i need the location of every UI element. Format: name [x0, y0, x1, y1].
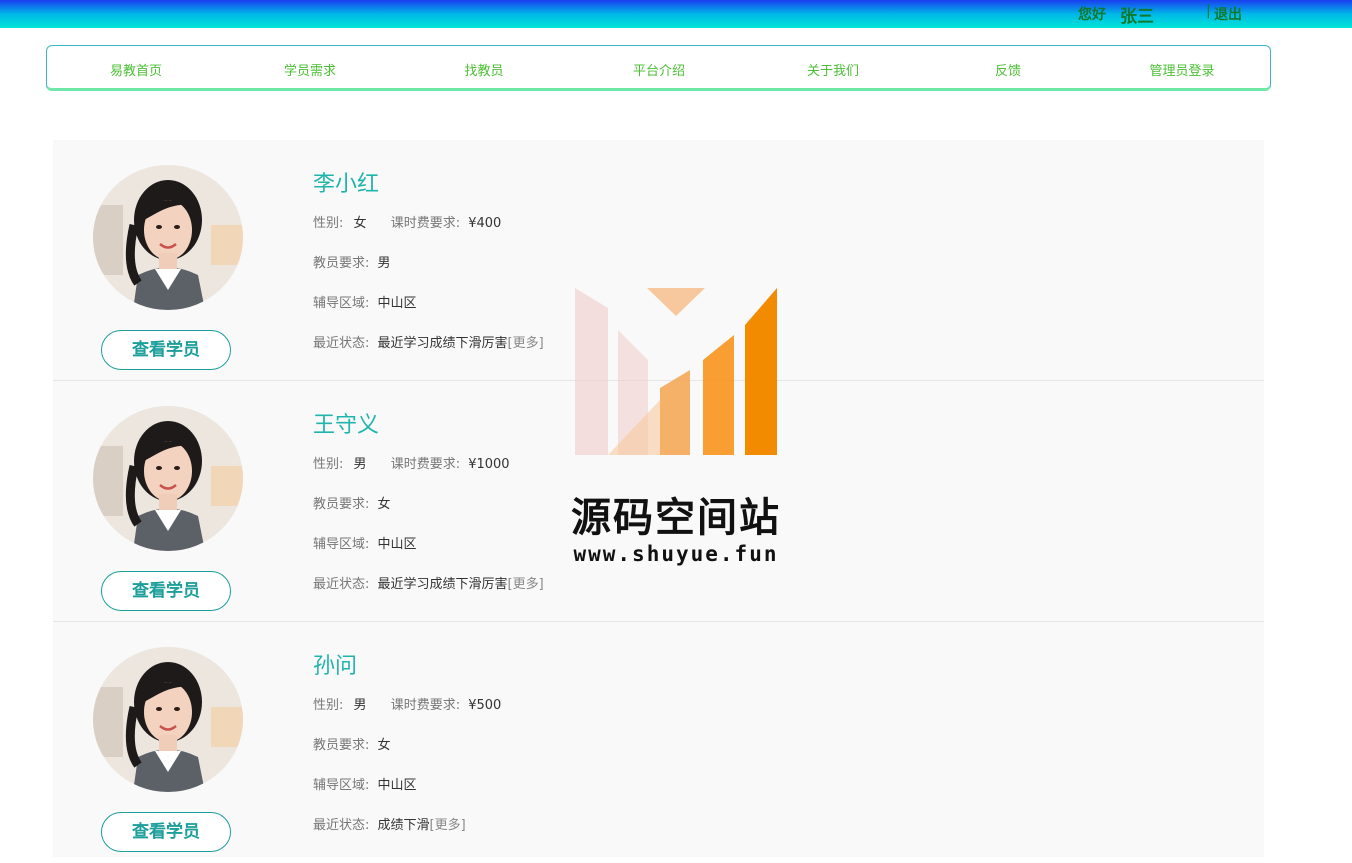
avatar [93, 406, 243, 551]
greeting-text: 您好 [1078, 7, 1106, 23]
student-tutor-req: 女 [377, 738, 391, 753]
student-tutor-req: 男 [377, 256, 391, 271]
view-student-button[interactable]: 查看学员 [101, 812, 231, 852]
view-student-button[interactable]: 查看学员 [101, 330, 231, 370]
student-card: 查看学员 王守义 性别: 男 课时费要求: ¥1000 教员要求: 女 辅导区域… [53, 381, 1264, 622]
student-fee: ¥400 [468, 216, 502, 231]
student-name: 王守义 [313, 413, 380, 438]
header-separator: | [1206, 3, 1211, 19]
student-gender: 男 [353, 698, 367, 713]
student-area: 中山区 [377, 778, 417, 793]
student-gender: 女 [353, 216, 367, 231]
nav-item-student-needs[interactable]: 学员需求 [284, 60, 336, 79]
student-tutor-req-row: 教员要求: 女 [313, 738, 391, 753]
student-area: 中山区 [377, 296, 417, 311]
avatar [93, 647, 243, 792]
student-status: 最近学习成绩下滑厉害 [377, 577, 508, 592]
main-nav: 易教首页 学员需求 找教员 平台介绍 关于我们 反馈 管理员登录 [46, 45, 1271, 91]
student-card: 查看学员 孙问 性别: 男 课时费要求: ¥500 教员要求: 女 辅导区域: … [53, 622, 1264, 863]
more-link[interactable]: [更多] [508, 336, 544, 351]
nav-item-home[interactable]: 易教首页 [110, 60, 162, 79]
top-header-bar: 您好 张三 | 退出 [0, 0, 1352, 28]
student-fee: ¥500 [468, 698, 502, 713]
student-gender: 男 [353, 457, 367, 472]
student-area-row: 辅导区域: 中山区 [313, 778, 417, 793]
avatar [93, 165, 243, 310]
student-tutor-req-row: 教员要求: 男 [313, 256, 391, 271]
student-name: 李小红 [313, 172, 380, 197]
student-area-row: 辅导区域: 中山区 [313, 296, 417, 311]
student-status-row: 最近状态: 成绩下滑[更多] [313, 818, 466, 833]
view-student-button[interactable]: 查看学员 [101, 571, 231, 611]
student-area-row: 辅导区域: 中山区 [313, 537, 417, 552]
student-name: 孙问 [313, 654, 358, 679]
student-status: 最近学习成绩下滑厉害 [377, 336, 508, 351]
more-link[interactable]: [更多] [430, 818, 466, 833]
student-gender-fee-row: 性别: 男 课时费要求: ¥500 [313, 698, 502, 713]
logout-link[interactable]: 退出 [1214, 4, 1242, 24]
nav-item-find-tutor[interactable]: 找教员 [464, 60, 503, 79]
username: 张三 [1120, 7, 1154, 27]
student-card: 查看学员 李小红 性别: 女 课时费要求: ¥400 教员要求: 男 辅导区域:… [53, 140, 1264, 381]
student-gender-fee-row: 性别: 男 课时费要求: ¥1000 [313, 457, 510, 472]
more-link[interactable]: [更多] [508, 577, 544, 592]
nav-item-platform-intro[interactable]: 平台介绍 [633, 60, 685, 79]
student-list: 查看学员 李小红 性别: 女 课时费要求: ¥400 教员要求: 男 辅导区域:… [53, 140, 1264, 857]
student-tutor-req-row: 教员要求: 女 [313, 497, 391, 512]
student-gender-fee-row: 性别: 女 课时费要求: ¥400 [313, 216, 502, 231]
student-tutor-req: 女 [377, 497, 391, 512]
nav-item-feedback[interactable]: 反馈 [995, 60, 1021, 79]
student-status-row: 最近状态: 最近学习成绩下滑厉害[更多] [313, 336, 544, 351]
nav-item-about-us[interactable]: 关于我们 [807, 60, 859, 79]
student-status-row: 最近状态: 最近学习成绩下滑厉害[更多] [313, 577, 544, 592]
student-status: 成绩下滑 [377, 818, 430, 833]
student-fee: ¥1000 [468, 457, 510, 472]
nav-item-admin-login[interactable]: 管理员登录 [1149, 60, 1214, 79]
student-area: 中山区 [377, 537, 417, 552]
